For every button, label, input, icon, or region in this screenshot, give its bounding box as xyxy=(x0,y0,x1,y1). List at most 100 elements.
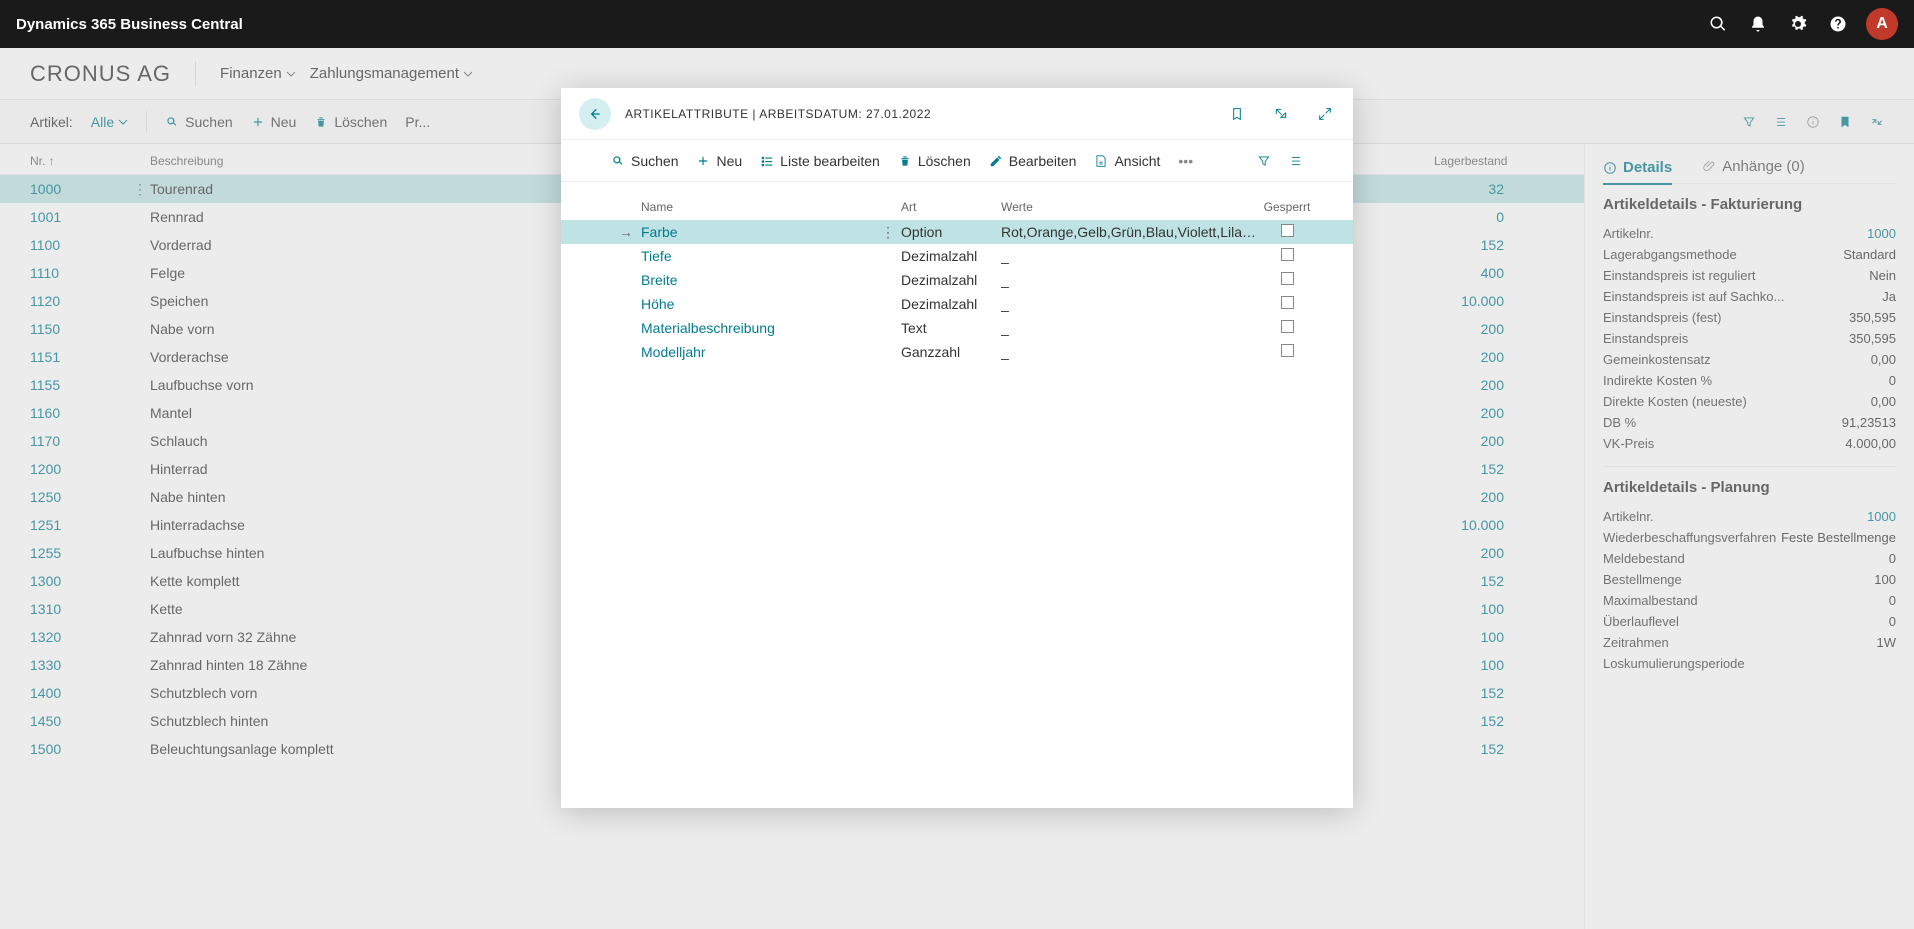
modal-col-locked[interactable]: Gesperrt xyxy=(1257,200,1317,214)
cell-stock[interactable]: 200 xyxy=(1434,321,1554,337)
cell-stock[interactable]: 152 xyxy=(1434,713,1554,729)
cell-nr[interactable]: 1150 xyxy=(30,321,130,337)
nav-item-payments[interactable]: Zahlungsmanagement xyxy=(310,65,473,82)
bell-icon[interactable] xyxy=(1738,0,1778,48)
attribute-row[interactable]: →Höhe⋮Dezimalzahl_ xyxy=(561,292,1353,316)
cell-stock[interactable]: 100 xyxy=(1434,629,1554,645)
cell-nr[interactable]: 1100 xyxy=(30,237,130,253)
attribute-row[interactable]: →Farbe⋮OptionRot,Orange,Gelb,Grün,Blau,V… xyxy=(561,220,1353,244)
cell-nr[interactable]: 1400 xyxy=(30,685,130,701)
col-header-stock[interactable]: Lagerbestand xyxy=(1434,154,1554,168)
process-menu-left[interactable]: Pr... xyxy=(405,114,430,130)
help-icon[interactable] xyxy=(1818,0,1858,48)
cell-stock[interactable]: 200 xyxy=(1434,405,1554,421)
new-button[interactable]: Neu xyxy=(251,114,297,130)
nav-item-finance[interactable]: Finanzen xyxy=(220,65,296,82)
modal-edit-button[interactable]: Bearbeiten xyxy=(989,153,1077,169)
attribute-row[interactable]: →Materialbeschreibung⋮Text_ xyxy=(561,316,1353,340)
search-icon[interactable] xyxy=(1698,0,1738,48)
tab-details[interactable]: Details xyxy=(1603,158,1672,185)
cell-stock[interactable]: 100 xyxy=(1434,601,1554,617)
avatar[interactable]: A xyxy=(1866,8,1898,40)
row-menu-icon[interactable]: ⋮ xyxy=(881,224,901,241)
cell-nr[interactable]: 1120 xyxy=(30,293,130,309)
cell-nr[interactable]: 1500 xyxy=(30,741,130,757)
cell-stock[interactable]: 152 xyxy=(1434,573,1554,589)
expand-icon[interactable] xyxy=(1315,104,1335,124)
cell-nr[interactable]: 1001 xyxy=(30,209,130,225)
cell-stock[interactable]: 32 xyxy=(1434,181,1554,197)
modal-col-name[interactable]: Name xyxy=(641,200,901,214)
attr-locked-checkbox[interactable] xyxy=(1257,272,1317,288)
modal-edit-list-button[interactable]: Liste bearbeiten xyxy=(760,153,880,169)
cell-stock[interactable]: 152 xyxy=(1434,461,1554,477)
cell-nr[interactable]: 1151 xyxy=(30,349,130,365)
cell-nr[interactable]: 1170 xyxy=(30,433,130,449)
search-button[interactable]: Suchen xyxy=(165,114,232,130)
attribute-row[interactable]: →Tiefe⋮Dezimalzahl_ xyxy=(561,244,1353,268)
attr-locked-checkbox[interactable] xyxy=(1257,296,1317,312)
attr-locked-checkbox[interactable] xyxy=(1257,224,1317,240)
delete-button[interactable]: Löschen xyxy=(314,114,387,130)
attr-name[interactable]: Breite xyxy=(641,272,901,288)
attribute-row[interactable]: →Breite⋮Dezimalzahl_ xyxy=(561,268,1353,292)
view-filter-all[interactable]: Alle xyxy=(91,114,128,130)
bookmark-outline-icon[interactable] xyxy=(1227,104,1247,124)
cell-nr[interactable]: 1250 xyxy=(30,489,130,505)
attr-locked-checkbox[interactable] xyxy=(1257,320,1317,336)
cell-stock[interactable]: 10.000 xyxy=(1434,517,1554,533)
cell-stock[interactable]: 0 xyxy=(1434,209,1554,225)
attr-locked-checkbox[interactable] xyxy=(1257,248,1317,264)
info-icon[interactable] xyxy=(1806,115,1820,129)
attr-name[interactable]: Höhe xyxy=(641,296,901,312)
modal-col-type[interactable]: Art xyxy=(901,200,1001,214)
cell-stock[interactable]: 152 xyxy=(1434,685,1554,701)
attr-name[interactable]: Tiefe xyxy=(641,248,901,264)
popout-icon[interactable] xyxy=(1271,104,1291,124)
company-name[interactable]: CRONUS AG xyxy=(30,61,171,87)
modal-more-icon[interactable]: ••• xyxy=(1178,153,1193,169)
cell-stock[interactable]: 200 xyxy=(1434,349,1554,365)
cell-stock[interactable]: 200 xyxy=(1434,545,1554,561)
modal-delete-button[interactable]: Löschen xyxy=(898,153,971,169)
cell-nr[interactable]: 1251 xyxy=(30,517,130,533)
cell-stock[interactable]: 152 xyxy=(1434,237,1554,253)
cell-stock[interactable]: 152 xyxy=(1434,741,1554,757)
modal-filter-icon[interactable] xyxy=(1257,154,1271,168)
bookmark-icon[interactable] xyxy=(1838,115,1852,129)
modal-search-button[interactable]: Suchen xyxy=(611,153,678,169)
tab-attachments[interactable]: Anhänge (0) xyxy=(1702,158,1805,175)
attr-name[interactable]: Modelljahr xyxy=(641,344,901,360)
modal-listview-icon[interactable] xyxy=(1289,154,1303,168)
attr-name[interactable]: Materialbeschreibung xyxy=(641,320,901,336)
filter-icon[interactable] xyxy=(1742,115,1756,129)
cell-nr[interactable]: 1255 xyxy=(30,545,130,561)
cell-nr[interactable]: 1110 xyxy=(30,265,130,281)
cell-stock[interactable]: 200 xyxy=(1434,433,1554,449)
list-view-icon[interactable] xyxy=(1774,115,1788,129)
attr-name[interactable]: Farbe xyxy=(641,224,901,240)
cell-nr[interactable]: 1000 xyxy=(30,181,130,197)
cell-nr[interactable]: 1450 xyxy=(30,713,130,729)
cell-stock[interactable]: 200 xyxy=(1434,489,1554,505)
cell-stock[interactable]: 200 xyxy=(1434,377,1554,393)
collapse-icon[interactable] xyxy=(1870,115,1884,129)
cell-stock[interactable]: 10.000 xyxy=(1434,293,1554,309)
cell-stock[interactable]: 100 xyxy=(1434,657,1554,673)
cell-nr[interactable]: 1310 xyxy=(30,601,130,617)
attr-locked-checkbox[interactable] xyxy=(1257,344,1317,360)
modal-col-values[interactable]: Werte xyxy=(1001,200,1257,214)
col-header-nr[interactable]: Nr. ↑ xyxy=(30,154,130,168)
back-button[interactable] xyxy=(579,98,611,130)
cell-nr[interactable]: 1300 xyxy=(30,573,130,589)
attribute-row[interactable]: →Modelljahr⋮Ganzzahl_ xyxy=(561,340,1353,364)
cell-nr[interactable]: 1320 xyxy=(30,629,130,645)
gear-icon[interactable] xyxy=(1778,0,1818,48)
factbox-value[interactable]: 1000 xyxy=(1867,509,1896,524)
modal-view-button[interactable]: Ansicht xyxy=(1094,153,1160,169)
cell-nr[interactable]: 1160 xyxy=(30,405,130,421)
modal-new-button[interactable]: Neu xyxy=(696,153,742,169)
row-menu-icon[interactable]: ⋮ xyxy=(130,181,150,198)
cell-nr[interactable]: 1155 xyxy=(30,377,130,393)
cell-nr[interactable]: 1330 xyxy=(30,657,130,673)
